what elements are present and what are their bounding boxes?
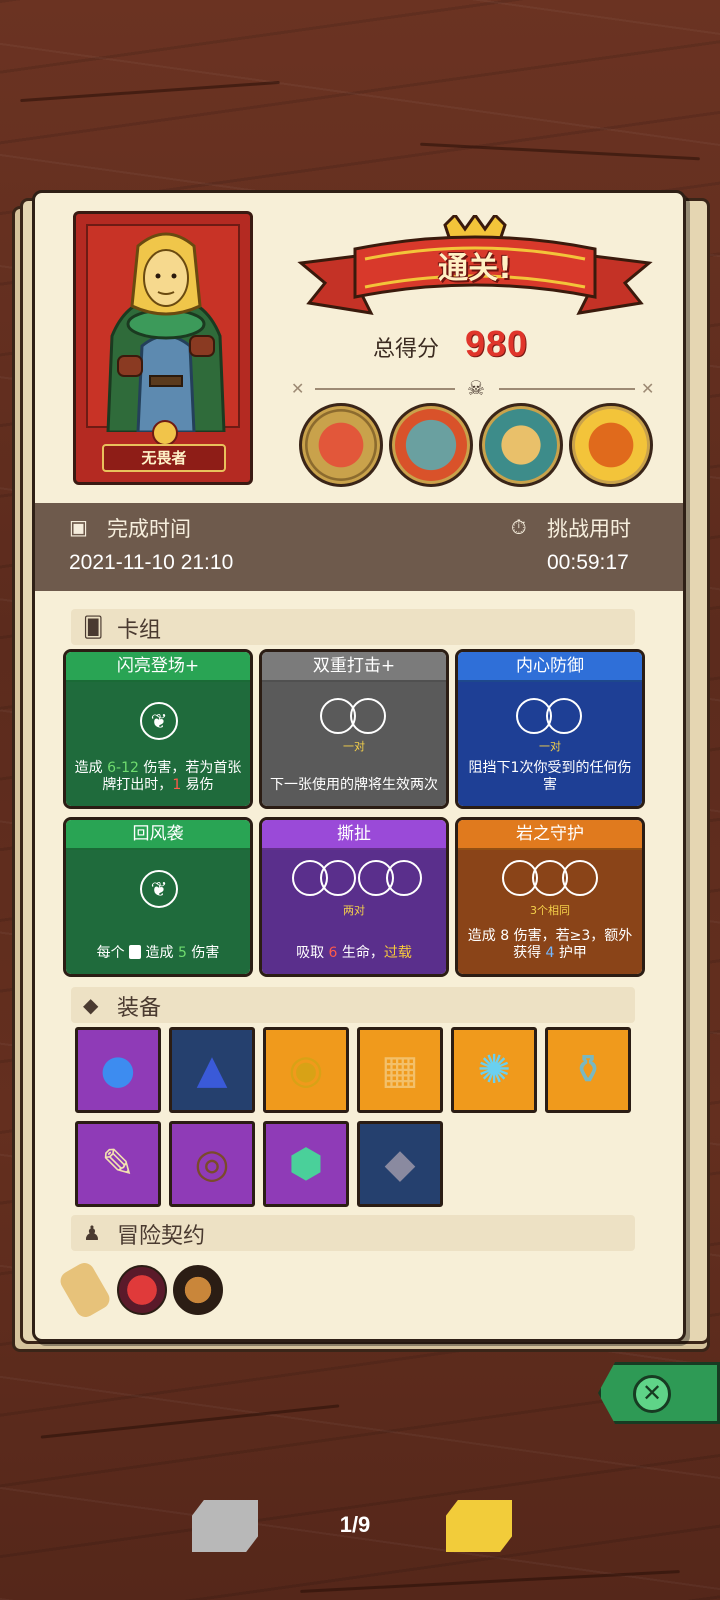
boss-sun-icon[interactable] — [569, 403, 653, 487]
boss-fishman-icon[interactable] — [479, 403, 563, 487]
close-icon: ✕ — [633, 1375, 671, 1413]
equipment-section-header: ◆ 装备 — [71, 987, 635, 1023]
contract-scroll-icon[interactable] — [56, 1259, 114, 1321]
card-combo: 两对 — [343, 904, 365, 917]
boss-orc-icon[interactable] — [389, 403, 473, 487]
card-combo: 一对 — [343, 740, 365, 753]
score-label: 总得分 — [373, 337, 440, 362]
challenge-time-value: 00:59:17 — [547, 551, 629, 574]
card-description: 吸取 6 生命，过载 — [296, 945, 412, 961]
card-body: 3个相同 造成 8 伤害，若≥3，额外获得 4 护甲 — [458, 850, 642, 974]
contract-demon-icon[interactable] — [117, 1265, 167, 1315]
pair-ring-icon — [350, 698, 386, 734]
contract-section-header: ♟ 冒险契约 — [71, 1215, 635, 1251]
equip-gold-coin-icon[interactable]: ◉ — [263, 1027, 349, 1113]
cards-icon: 🂠 — [83, 615, 104, 639]
card-description: 每个 造成 5 伤害 — [96, 945, 220, 961]
deck-card[interactable]: 撕扯 两对 吸取 6 生命，过载 — [259, 817, 449, 977]
leaf-icon: ❦ — [140, 702, 178, 740]
equip-vase-icon[interactable]: ⚱ — [545, 1027, 631, 1113]
card-combo: 一对 — [539, 740, 561, 753]
hero-emblem-icon — [152, 420, 178, 446]
deck-section-header: 🂠 卡组 — [71, 609, 635, 645]
card-combo: 3个相同 — [530, 904, 570, 917]
clear-title: 通关! — [438, 251, 512, 286]
crossed-swords-icon: ✕ — [291, 379, 305, 398]
complete-time-label: 完成时间 — [107, 517, 191, 541]
boss-divider: ✕ ☠ ✕ — [291, 377, 661, 401]
card-title: 撕扯 — [262, 820, 446, 850]
divider-line — [499, 388, 635, 390]
card-body: ❦ 造成 6-12 伤害，若为首张牌打出时，1 易伤 — [66, 682, 250, 806]
prev-page-button[interactable] — [192, 1500, 258, 1552]
box-icon: ◆ — [83, 993, 99, 1017]
deck-card[interactable]: 岩之守护 3个相同 造成 8 伤害，若≥3，额外获得 4 护甲 — [455, 817, 645, 977]
deck-label: 卡组 — [117, 618, 162, 643]
leaf-icon: ❦ — [140, 870, 178, 908]
card-title: 闪亮登场+ — [66, 652, 250, 682]
card-title: 内心防御 — [458, 652, 642, 682]
hero-name: 无畏者 — [102, 444, 226, 472]
equip-wooden-button-icon[interactable]: ◎ — [169, 1121, 255, 1207]
hero-illustration — [106, 232, 226, 434]
crossed-swords-icon: ✕ — [641, 379, 655, 398]
card-title: 回风袭 — [66, 820, 250, 850]
equip-scroll-sword-icon[interactable]: ✎ — [75, 1121, 161, 1207]
boss-eye-monster-icon[interactable] — [299, 403, 383, 487]
triple-ring-icon — [562, 860, 598, 896]
card-title: 岩之守护 — [458, 820, 642, 850]
equip-sweater-icon[interactable]: ▦ — [357, 1027, 443, 1113]
time-band: ▣ 完成时间 2021-11-10 21:10 ⏱ 挑战用时 00:59:17 — [35, 503, 683, 591]
equip-emerald-die-icon[interactable]: ⬢ — [263, 1121, 349, 1207]
card-description: 阻挡下1次你受到的任何伤害 — [468, 760, 632, 793]
card-description: 下一张使用的牌将生效两次 — [270, 777, 438, 793]
deck-card[interactable]: 闪亮登场+ ❦ 造成 6-12 伤害，若为首张牌打出时，1 易伤 — [63, 649, 253, 809]
defeated-bosses — [299, 403, 659, 493]
equip-top-hat-icon[interactable]: ▲ — [169, 1027, 255, 1113]
card-title: 双重打击+ — [262, 652, 446, 682]
deck-card[interactable]: 双重打击+ 一对 下一张使用的牌将生效两次 — [259, 649, 449, 809]
pair-ring-icon — [546, 698, 582, 734]
stopwatch-icon: ⏱ — [511, 515, 527, 539]
pair-ring-icon — [386, 860, 422, 896]
complete-time-value: 2021-11-10 21:10 — [69, 551, 234, 574]
card-description: 造成 6-12 伤害，若为首张牌打出时，1 易伤 — [74, 760, 242, 793]
clear-banner: 通关! — [295, 212, 655, 325]
pair-ring-icon — [320, 860, 356, 896]
person-icon: ♟ — [83, 1221, 101, 1245]
card-description: 造成 8 伤害，若≥3，额外获得 4 护甲 — [467, 928, 633, 961]
film-icon: ▣ — [69, 515, 88, 539]
contract-horn-icon[interactable] — [173, 1265, 223, 1315]
card-body: 一对 下一张使用的牌将生效两次 — [262, 682, 446, 806]
challenge-time-label: 挑战用时 — [547, 517, 631, 541]
result-panel: 无畏者 通关! 总得分 980 ✕ ☠ ✕ ▣ 完成时间 2021-11-10 … — [32, 190, 686, 1342]
contract-label: 冒险契约 — [117, 1224, 206, 1249]
score-value: 980 — [465, 323, 529, 364]
deck-card[interactable]: 内心防御 一对 阻挡下1次你受到的任何伤害 — [455, 649, 645, 809]
total-score: 总得分 980 — [373, 323, 613, 369]
hero-portrait — [86, 224, 240, 434]
hero-portrait-card[interactable]: 无畏者 — [73, 211, 253, 485]
equip-spirit-mask-icon[interactable]: ✺ — [451, 1027, 537, 1113]
equipment-label: 装备 — [117, 996, 162, 1021]
equip-blue-flame-icon[interactable]: ● — [75, 1027, 161, 1113]
equip-grey-gem-icon[interactable]: ◆ — [357, 1121, 443, 1207]
next-page-button[interactable] — [446, 1500, 512, 1552]
page-indicator: 1/9 — [339, 1512, 371, 1537]
horned-skull-icon: ☠ — [467, 376, 485, 400]
card-body: 一对 阻挡下1次你受到的任何伤害 — [458, 682, 642, 806]
card-body: 两对 吸取 6 生命，过载 — [262, 850, 446, 974]
card-body: ❦ 每个 造成 5 伤害 — [66, 850, 250, 974]
close-button[interactable]: ✕ — [598, 1362, 720, 1424]
divider-line — [315, 388, 455, 390]
deck-card[interactable]: 回风袭 ❦ 每个 造成 5 伤害 — [63, 817, 253, 977]
card-icon — [129, 945, 142, 959]
